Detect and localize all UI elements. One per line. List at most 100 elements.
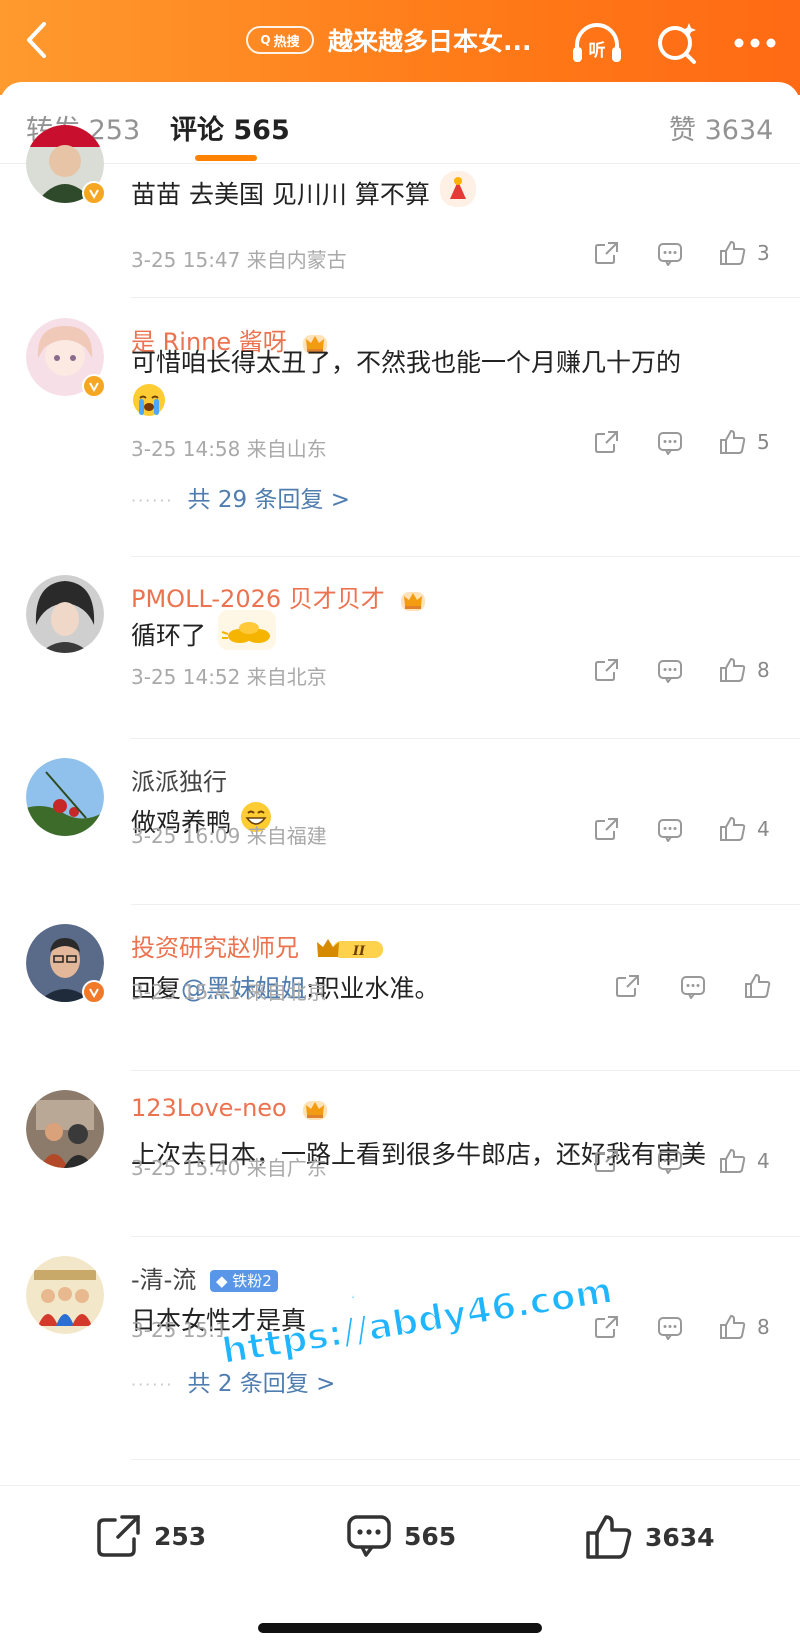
comment-bubble-icon	[658, 1317, 682, 1340]
reply-button[interactable]	[657, 1150, 683, 1174]
divider	[131, 904, 800, 905]
divider	[131, 1070, 800, 1071]
like-button[interactable]: 8	[719, 1314, 770, 1340]
avatar-image	[26, 1256, 104, 1334]
username[interactable]: 投资研究赵师兄 II	[131, 928, 385, 963]
reply-button[interactable]	[657, 431, 683, 455]
listen-button[interactable]: 听	[570, 16, 624, 70]
like-count: 8	[757, 658, 770, 682]
share-icon	[595, 242, 618, 264]
avatar-image	[26, 758, 104, 836]
reply-dots: ······	[131, 1375, 174, 1394]
like-count: 8	[757, 1315, 770, 1339]
comment-bubble-icon	[658, 1151, 682, 1174]
thumbs-up-icon	[720, 1148, 746, 1173]
more-button[interactable]	[728, 16, 782, 70]
comment-meta: 3-25 14:58 来自山东	[131, 437, 327, 461]
like-button[interactable]: 4	[719, 816, 770, 842]
share-button[interactable]	[615, 974, 641, 998]
hot-search-label: 热搜	[273, 34, 300, 50]
reply-button[interactable]	[657, 659, 683, 683]
avatar[interactable]	[26, 758, 104, 836]
comment-text: 可惜咱长得太丑了，不然我也能一个月赚几十万的	[131, 348, 682, 377]
like-button[interactable]	[744, 973, 772, 999]
comment-meta: 3-25 16:09 来自福建	[131, 824, 327, 848]
divider	[131, 738, 800, 739]
comment-text: 循环了	[131, 606, 781, 668]
comment-meta-real: 3-25 15:41 来自北京	[131, 980, 327, 1004]
share-button[interactable]	[594, 241, 620, 265]
like-button[interactable]: 3	[719, 240, 770, 266]
comment-text: 日本女性才是真	[131, 1306, 307, 1335]
comment-bubble-icon	[658, 243, 682, 266]
thumbs-up-icon	[720, 657, 746, 682]
fan-badge: ◆ 铁粉2	[209, 1270, 278, 1292]
comment-bubble-icon	[681, 976, 705, 999]
verified-badge-icon	[82, 181, 106, 205]
share-icon	[595, 431, 618, 453]
share-icon	[97, 1515, 140, 1557]
thumbs-up-icon	[720, 1314, 746, 1339]
avatar[interactable]	[26, 1090, 104, 1168]
chevron-left-icon	[27, 22, 46, 58]
like-button[interactable]: 8	[719, 657, 770, 683]
share-icon	[595, 1150, 618, 1172]
avatar[interactable]	[26, 125, 106, 205]
like-all-button[interactable]: 3634	[585, 1514, 715, 1560]
search-icon: Q	[260, 33, 271, 47]
reply-button[interactable]	[657, 1316, 683, 1340]
share-button[interactable]	[594, 1315, 620, 1339]
comment-bubble-icon	[658, 819, 682, 842]
view-replies-link[interactable]: ······ 共 29 条回复 >	[131, 480, 350, 514]
share-button[interactable]	[594, 658, 620, 682]
username[interactable]: 派派独行	[131, 762, 227, 797]
like-button[interactable]: 4	[719, 1148, 770, 1174]
avatar[interactable]	[26, 318, 106, 398]
thumbs-up-icon	[586, 1515, 632, 1559]
comment-bubble-icon	[347, 1515, 391, 1557]
comments-sheet: 转发 253 评论 565 赞 3634	[0, 82, 800, 1648]
like-count: 4	[757, 1149, 770, 1173]
share-button[interactable]	[594, 430, 620, 454]
avatar[interactable]	[26, 1256, 104, 1334]
verified-badge-icon	[82, 374, 106, 398]
share-icon	[616, 975, 639, 997]
crying-emoji-icon	[131, 382, 167, 422]
share-button[interactable]	[594, 817, 620, 841]
reply-button[interactable]	[657, 242, 683, 266]
like-count-total: 3634	[645, 1522, 715, 1552]
tab-likes[interactable]: 赞 3634	[669, 108, 773, 147]
firecracker-emoji-icon	[438, 169, 478, 223]
thumbs-up-icon	[720, 429, 746, 454]
avatar[interactable]	[26, 924, 106, 1004]
hot-search-badge[interactable]: Q 热搜	[246, 26, 314, 54]
comment-bubble-icon	[658, 432, 682, 455]
view-replies-link[interactable]: ······ 共 2 条回复 >	[131, 1364, 335, 1398]
comment-button[interactable]: 565	[346, 1514, 456, 1558]
reply-button[interactable]	[657, 818, 683, 842]
avatar[interactable]	[26, 575, 104, 653]
username[interactable]: -清-流 ◆ 铁粉2	[131, 1260, 278, 1295]
divider	[131, 1459, 800, 1460]
comment-count: 565	[404, 1521, 457, 1551]
comment-meta: 3-25 15:40 来自广东	[131, 1156, 327, 1180]
back-button[interactable]	[14, 12, 58, 68]
vip-level-label: II	[352, 944, 366, 959]
repost-button[interactable]: 253	[96, 1514, 206, 1558]
verified-badge-icon	[82, 980, 106, 1004]
vip-crown-icon	[303, 1101, 328, 1120]
share-icon	[595, 1316, 618, 1338]
comment-text: 苗苗 去美国 见川川 算不算	[131, 169, 781, 223]
comment-meta: 3-25 15:47 来自内蒙古	[131, 248, 347, 272]
tab-comments[interactable]: 评论 565	[170, 108, 290, 147]
reply-button[interactable]	[680, 975, 706, 999]
page-title[interactable]: 越来越多日本女...	[328, 22, 532, 58]
search-button[interactable]	[650, 16, 704, 70]
like-button[interactable]: 5	[719, 429, 770, 455]
divider	[131, 297, 800, 298]
bottom-action-bar: 253 565 3634	[0, 1485, 800, 1648]
share-icon	[595, 818, 618, 840]
share-button[interactable]	[594, 1149, 620, 1173]
top-bar: Q 热搜 越来越多日本女... 听	[0, 0, 800, 95]
username[interactable]: 123Love-neo	[131, 1094, 328, 1122]
